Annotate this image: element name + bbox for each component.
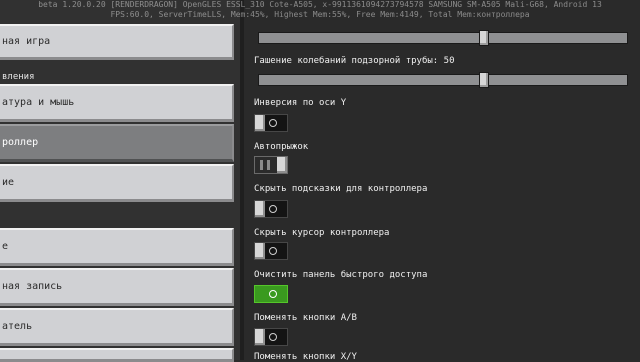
invert-y-toggle[interactable] [254, 114, 288, 132]
clear-hotbar-toggle[interactable] [254, 285, 288, 303]
hide-controller-hints-toggle[interactable] [254, 200, 288, 218]
toggle-off-icon [269, 247, 277, 255]
hide-controller-cursor-toggle[interactable] [254, 242, 288, 260]
sidebar-section-controls: вления [2, 72, 35, 82]
slider-knob[interactable] [479, 30, 489, 46]
swap-ab-label: Поменять кнопки A/B [254, 313, 357, 323]
toggle-knob [255, 115, 265, 131]
sidebar-item-label: атура и мышь [2, 96, 75, 108]
sidebar-item-profile[interactable]: е [0, 228, 234, 266]
sidebar-item-label: ная запись [2, 280, 63, 292]
autojump-label: Автопрыжок [254, 142, 309, 152]
sidebar-item-creator[interactable]: атель [0, 308, 234, 346]
hide-controller-hints-label: Скрыть подсказки для контроллера [254, 184, 428, 194]
toggle-on-icon [269, 290, 277, 298]
invert-y-label: Инверсия по оси Y [254, 98, 347, 108]
swap-xy-label: Поменять кнопки X/Y [254, 352, 357, 362]
toggle-knob [255, 329, 265, 345]
sidebar-item-label: ная игра [2, 35, 51, 47]
toggle-knob [255, 201, 265, 217]
toggle-off-icon [269, 119, 277, 127]
toggle-knob [255, 286, 265, 302]
spyglass-damping-slider[interactable] [258, 72, 628, 88]
debug-overlay: beta 1.20.0.20 [RENDERDRAGON] OpenGLES E… [0, 0, 640, 26]
sidebar-item-label: ие [2, 176, 15, 188]
slider-knob[interactable] [479, 72, 489, 88]
sidebar-item-keyboard-mouse[interactable]: атура и мышь [0, 84, 234, 122]
toggle-disabled-icon [267, 160, 270, 170]
toggle-off-icon [269, 333, 277, 341]
toggle-off-icon [269, 205, 277, 213]
sidebar-item-touch[interactable]: ие [0, 164, 234, 202]
clear-hotbar-label: Очистить панель быстрого доступа [254, 270, 428, 280]
settings-sidebar: ная игра вления атура и мышь роллер ие е… [0, 0, 240, 362]
sidebar-item-label: роллер [2, 136, 39, 148]
autojump-toggle[interactable] [254, 156, 288, 174]
sidebar-item-label: е [2, 240, 9, 252]
sidebar-item-account[interactable]: ная запись [0, 268, 234, 306]
sidebar-item-label: атель [2, 320, 33, 332]
debug-line-1: beta 1.20.0.20 [RENDERDRAGON] OpenGLES E… [38, 0, 602, 9]
controller-settings-panel: Гашение колебаний подзорной трубы: 50 Ин… [244, 0, 640, 362]
swap-ab-toggle[interactable] [254, 328, 288, 346]
debug-line-2: FPS:60.0, ServerTimeLLS, Mem:45%, Highes… [110, 10, 530, 19]
toggle-knob [255, 243, 265, 259]
sidebar-item-controller[interactable]: роллер [0, 124, 234, 162]
toggle-disabled-icon [260, 160, 263, 170]
toggle-knob [277, 157, 287, 173]
sensitivity-slider[interactable] [258, 30, 628, 46]
spyglass-damping-label: Гашение колебаний подзорной трубы: 50 [254, 56, 455, 66]
hide-controller-cursor-label: Скрыть курсор контроллера [254, 228, 390, 238]
sidebar-item-game[interactable]: ная игра [0, 24, 234, 60]
